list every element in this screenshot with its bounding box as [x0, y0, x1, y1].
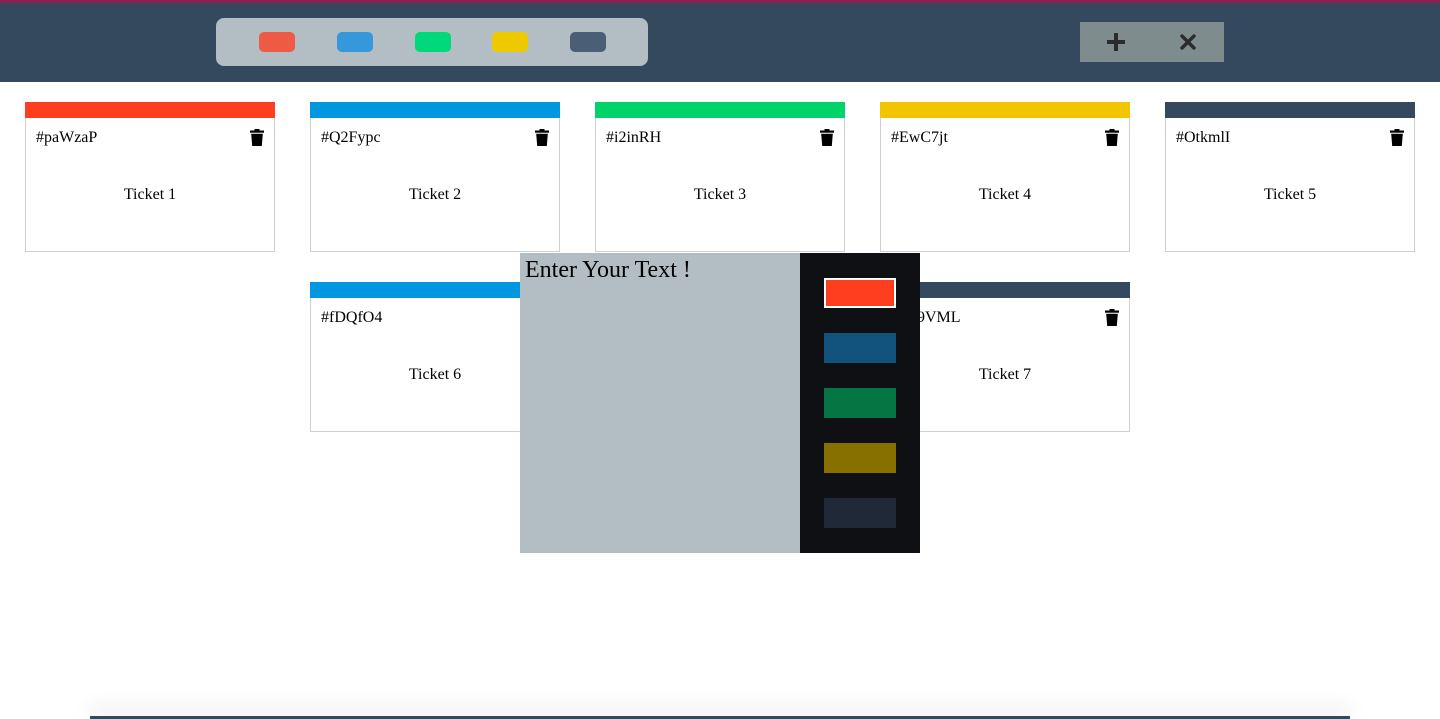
- filter-yellow-button[interactable]: [492, 32, 528, 52]
- priority-red-button[interactable]: [824, 278, 896, 308]
- priority-yellow-button[interactable]: [824, 443, 896, 473]
- trash-icon[interactable]: [1105, 309, 1119, 326]
- trash-icon[interactable]: [820, 129, 834, 146]
- ticket-id: 9VML: [917, 309, 961, 326]
- ticket-card[interactable]: #Q2Fypc Ticket 2: [310, 102, 560, 252]
- top-toolbar: [0, 0, 1440, 82]
- priority-dark-button[interactable]: [824, 498, 896, 528]
- ticket-id: #EwC7jt: [891, 129, 948, 146]
- filter-red-button[interactable]: [259, 32, 295, 52]
- create-ticket-modal: [520, 253, 920, 553]
- trash-icon[interactable]: [1390, 129, 1404, 146]
- ticket-id: #Q2Fypc: [321, 129, 381, 146]
- trash-icon[interactable]: [535, 129, 549, 146]
- ticket-id: #fDQfO4: [321, 309, 383, 326]
- filter-dark-button[interactable]: [570, 32, 606, 52]
- ticket-color-strip[interactable]: [595, 102, 845, 118]
- priority-blue-button[interactable]: [824, 333, 896, 363]
- ticket-task-text: Ticket 4: [978, 186, 1032, 203]
- filter-green-button[interactable]: [415, 32, 451, 52]
- ticket-text-input[interactable]: [520, 253, 800, 553]
- ticket-id: #paWzaP: [36, 129, 98, 146]
- ticket-card[interactable]: #i2inRH Ticket 3: [595, 102, 845, 252]
- color-filter-group: [216, 18, 648, 66]
- ticket-color-strip[interactable]: [1165, 102, 1415, 118]
- ticket-color-strip[interactable]: [25, 102, 275, 118]
- ticket-card[interactable]: #paWzaP Ticket 1: [25, 102, 275, 252]
- plus-icon: [1107, 33, 1125, 51]
- trash-icon[interactable]: [1105, 129, 1119, 146]
- priority-green-button[interactable]: [824, 388, 896, 418]
- close-icon: [1180, 34, 1196, 50]
- filter-blue-button[interactable]: [337, 32, 373, 52]
- ticket-task-text: Ticket 2: [408, 186, 462, 203]
- priority-color-panel: [800, 253, 920, 553]
- ticket-task-text: Ticket 1: [123, 186, 177, 203]
- action-button-group: [1080, 22, 1224, 62]
- ticket-card[interactable]: #EwC7jt Ticket 4: [880, 102, 1130, 252]
- add-ticket-button[interactable]: [1080, 22, 1152, 62]
- ticket-id: #OtkmlI: [1176, 129, 1231, 146]
- ticket-id: #i2inRH: [606, 129, 662, 146]
- ticket-task-text: Ticket 5: [1263, 186, 1317, 203]
- trash-icon[interactable]: [250, 129, 264, 146]
- ticket-task-text: Ticket 3: [693, 186, 747, 203]
- ticket-card[interactable]: #OtkmlI Ticket 5: [1165, 102, 1415, 252]
- remove-ticket-button[interactable]: [1152, 22, 1224, 62]
- ticket-color-strip[interactable]: [880, 102, 1130, 118]
- ticket-color-strip[interactable]: [310, 102, 560, 118]
